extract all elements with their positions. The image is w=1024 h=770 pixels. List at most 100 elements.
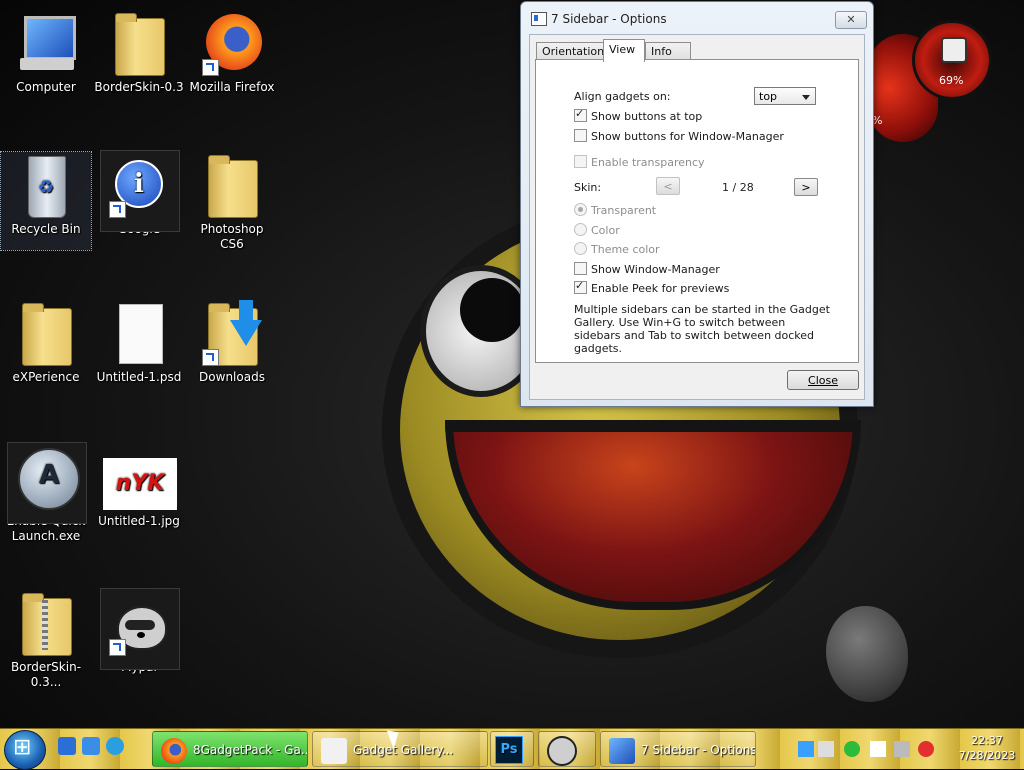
- shortcut-arrow-icon: [202, 59, 219, 76]
- checkbox-box: [574, 155, 587, 168]
- desktop-icon-untitled-jpg[interactable]: nYK Untitled-1.jpg: [94, 444, 184, 529]
- view-tab-panel: Align gadgets on: top Show buttons at to…: [535, 59, 859, 363]
- checkbox-label: Show Window-Manager: [591, 263, 720, 276]
- align-gadgets-label: Align gadgets on:: [574, 90, 671, 103]
- radio-color: Color: [574, 223, 620, 237]
- radio-circle: [574, 203, 587, 216]
- zipper: [42, 600, 48, 650]
- taskbar: 8GadgetPack - Ga... Gadget Gallery... Ps…: [0, 728, 1024, 770]
- dialog-body: Orientation View Info Align gadgets on: …: [529, 34, 865, 400]
- internet-explorer-icon[interactable]: [106, 737, 124, 755]
- checkbox-label: Enable transparency: [591, 156, 705, 169]
- checkbox-box: [574, 262, 587, 275]
- radio-circle: [574, 242, 587, 255]
- recycle-bin-icon: [28, 156, 66, 218]
- flag-icon[interactable]: [870, 741, 886, 757]
- close-button[interactable]: Close: [787, 370, 859, 390]
- show-desktop-icon[interactable]: [58, 737, 76, 755]
- photoshop-icon: Ps: [495, 736, 523, 764]
- radio-theme-color: Theme color: [574, 242, 660, 256]
- checkbox-label: Show buttons for Window-Manager: [591, 130, 784, 143]
- desktop-icon-label: BorderSkin-0.3...: [10, 660, 82, 689]
- desktop-icon-mypal[interactable]: Mypal: [94, 588, 184, 675]
- computer-icon: [609, 737, 635, 764]
- folder-icon: [208, 155, 258, 218]
- desktop-icon-experience[interactable]: eXPerience: [1, 300, 91, 385]
- desktop-icon-label: Mozilla Firefox: [189, 80, 275, 94]
- desktop-icon-recycle-bin[interactable]: Recycle Bin: [0, 151, 92, 251]
- sidebar-options-dialog: 7 Sidebar - Options ✕ Orientation View I…: [520, 1, 874, 407]
- firefox-icon: [161, 737, 187, 764]
- desktop-icon-google[interactable]: i Google: [94, 150, 184, 237]
- radio-label: Transparent: [591, 204, 657, 217]
- warning-icon[interactable]: [918, 741, 934, 757]
- desktop: % 69% Computer Recycle Bin eXPerience En…: [0, 0, 1024, 728]
- dialog-title: 7 Sidebar - Options: [551, 12, 667, 26]
- document-icon: [119, 304, 163, 364]
- wallpaper-asteroid: [826, 606, 908, 702]
- desktop-icon-label: Photoshop CS6: [200, 222, 264, 251]
- raccoon-icon: [547, 735, 577, 766]
- image-thumbnail-icon: nYK: [103, 458, 177, 510]
- desktop-icon-untitled-psd[interactable]: Untitled-1.psd: [94, 300, 184, 385]
- show-buttons-wm-checkbox[interactable]: Show buttons for Window-Manager: [574, 129, 784, 143]
- taskbar-item-mypal[interactable]: [538, 731, 596, 767]
- download-arrow-icon: [230, 300, 262, 346]
- monitor-icon[interactable]: [818, 741, 834, 757]
- desktop-icon-computer[interactable]: Computer: [1, 10, 91, 95]
- clock-date: 7/28/2023: [958, 749, 1016, 762]
- shortcut-arrow-icon: [202, 349, 219, 366]
- task-label: 8GadgetPack - Ga...: [193, 743, 308, 757]
- sidebar-app-icon: [531, 12, 547, 26]
- show-window-manager-checkbox[interactable]: Show Window-Manager: [574, 262, 720, 276]
- show-buttons-at-top-checkbox[interactable]: Show buttons at top: [574, 107, 703, 123]
- desktop-icon-label: Untitled-1.psd: [96, 370, 182, 384]
- desktop-icon-label: eXPerience: [12, 370, 80, 384]
- skin-prev-button: <: [656, 177, 680, 195]
- skin-label: Skin:: [574, 181, 602, 194]
- enable-peek-checkbox[interactable]: Enable Peek for previews: [574, 279, 730, 295]
- ram-meter-gadget[interactable]: 69%: [912, 20, 992, 100]
- ram-percent: 69%: [939, 74, 964, 87]
- task-label: 7 Sidebar - Options: [641, 743, 756, 757]
- dialog-titlebar[interactable]: 7 Sidebar - Options ✕: [521, 2, 873, 34]
- desktop-icon-borderskin-zip[interactable]: BorderSkin-0.3...: [1, 590, 91, 690]
- desktop-icon-photoshop[interactable]: Photoshop CS6: [187, 152, 277, 252]
- shortcut-arrow-icon: [109, 639, 126, 656]
- radio-label: Theme color: [591, 243, 660, 256]
- taskbar-item-8gadgetpack[interactable]: 8GadgetPack - Ga...: [152, 731, 308, 767]
- desktop-icon-label: Recycle Bin: [11, 222, 81, 236]
- align-gadgets-dropdown[interactable]: top: [754, 87, 816, 105]
- folder-icon: [22, 303, 72, 366]
- desktop-icon-downloads[interactable]: Downloads: [187, 300, 277, 385]
- monitor-base: [20, 58, 74, 70]
- checkbox-label: Enable Peek for previews: [591, 282, 730, 295]
- desktop-icon-firefox[interactable]: Mozilla Firefox: [187, 10, 277, 95]
- folder-icon: [115, 13, 165, 76]
- tab-view[interactable]: View: [603, 39, 645, 62]
- checkbox-label: Show buttons at top: [591, 110, 703, 123]
- desktop-icon-label: Untitled-1.jpg: [98, 514, 180, 528]
- window-icon: [321, 737, 347, 764]
- checkbox-box: [574, 107, 587, 122]
- start-button[interactable]: [4, 730, 46, 770]
- taskbar-clock[interactable]: 22:37 7/28/2023: [954, 733, 1020, 763]
- system-tray: 22:37 7/28/2023: [796, 731, 1022, 767]
- speaker-icon[interactable]: [894, 741, 910, 757]
- desktop-icon-label: BorderSkin-0.3: [94, 80, 184, 94]
- desktop-icon-label: Computer: [16, 80, 76, 94]
- radio-label: Color: [591, 224, 620, 237]
- desktop-icon-enable-quick-launch[interactable]: Enable Quick Launch.exe: [1, 442, 91, 544]
- skin-next-button[interactable]: >: [794, 178, 818, 196]
- desktop-icon-label: Downloads: [199, 370, 265, 384]
- taskbar-item-sidebar-options[interactable]: 7 Sidebar - Options: [600, 731, 756, 767]
- network-icon[interactable]: [798, 741, 814, 757]
- checkbox-box: [574, 279, 587, 294]
- desktop-icon-borderskin-folder[interactable]: BorderSkin-0.3: [94, 10, 184, 95]
- switch-windows-icon[interactable]: [82, 737, 100, 755]
- clock-time: 22:37: [971, 734, 1003, 747]
- computer-icon: [24, 16, 76, 60]
- taskbar-item-photoshop[interactable]: Ps: [490, 731, 534, 767]
- dialog-close-x-button[interactable]: ✕: [835, 11, 867, 29]
- security-icon[interactable]: [844, 741, 860, 757]
